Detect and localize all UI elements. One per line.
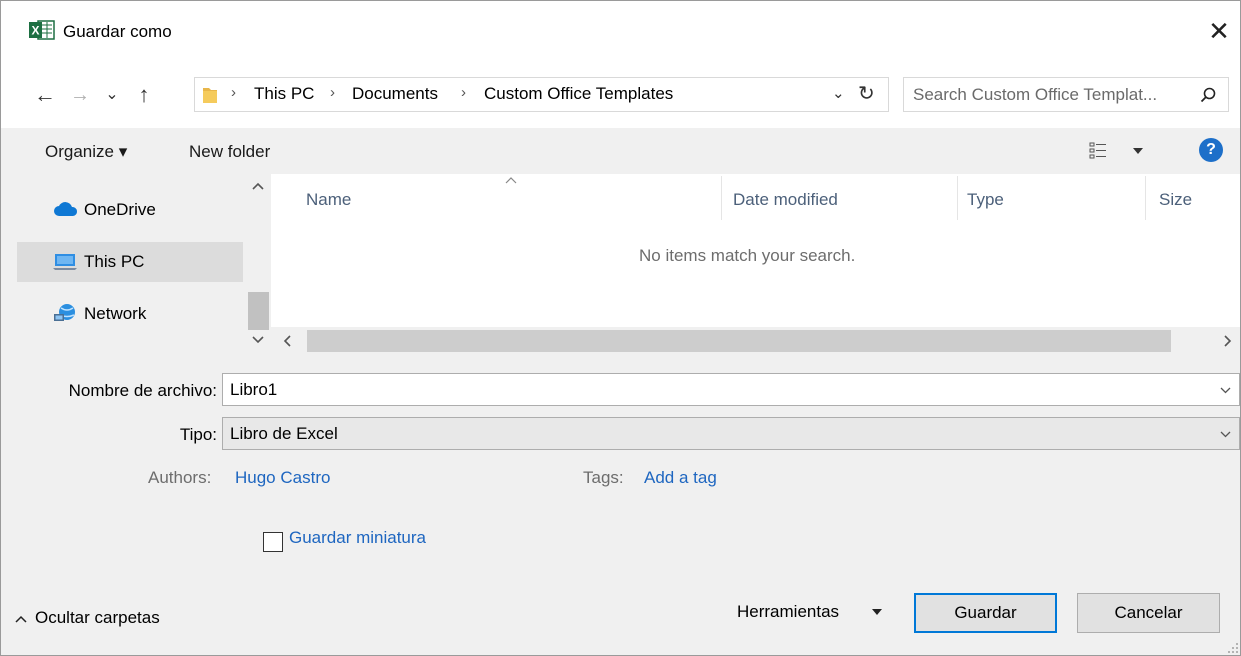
file-list[interactable]: Name Date modified Type Size No items ma… [271, 174, 1240, 355]
back-arrow-icon[interactable]: ← [31, 81, 59, 109]
details-view-icon [1089, 142, 1106, 159]
forward-arrow-icon[interactable]: → [67, 81, 93, 109]
window-title: Guardar como [63, 22, 172, 41]
empty-list-message: No items match your search. [639, 246, 856, 265]
column-header-type[interactable]: Type [967, 190, 1004, 210]
computer-icon [53, 254, 77, 270]
file-type-select[interactable]: Libro de Excel [222, 417, 1240, 450]
breadcrumb-separator: › [330, 84, 335, 101]
column-header-date-modified[interactable]: Date modified [733, 190, 838, 210]
new-folder-button[interactable]: New folder [189, 142, 270, 162]
breadcrumb-documents[interactable]: Documents [352, 84, 438, 104]
file-type-value: Libro de Excel [230, 424, 338, 443]
organize-button[interactable]: Organize ▾ [45, 142, 127, 162]
tags-label: Tags: [583, 468, 624, 487]
breadcrumb-custom-office-templates[interactable]: Custom Office Templates [484, 84, 673, 104]
sidebar-item-onedrive[interactable]: OneDrive [17, 190, 243, 230]
chevron-up-icon[interactable] [15, 615, 27, 623]
folder-icon [203, 88, 217, 103]
sidebar-item-label: OneDrive [84, 200, 156, 219]
sort-ascending-icon [505, 177, 517, 184]
save-button[interactable]: Guardar [914, 593, 1057, 633]
resize-grip-icon[interactable] [1227, 642, 1239, 654]
column-header-size[interactable]: Size [1159, 190, 1192, 210]
breadcrumb-separator: › [461, 84, 466, 101]
scroll-left-icon[interactable] [283, 335, 291, 347]
authors-label: Authors: [148, 468, 212, 487]
column-divider[interactable] [957, 176, 958, 220]
address-dropdown-chevron-icon[interactable]: ⌄ [832, 84, 845, 102]
filename-label: Nombre de archivo: [68, 381, 217, 400]
sidebar-item-network[interactable]: Network [17, 294, 243, 334]
save-thumbnail-checkbox[interactable] [263, 532, 283, 552]
hide-folders-button[interactable]: Ocultar carpetas [35, 608, 160, 628]
save-thumbnail-label[interactable]: Guardar miniatura [289, 528, 426, 548]
recent-locations-icon[interactable]: ⌄ [101, 81, 123, 109]
breadcrumb-separator: › [231, 84, 236, 101]
column-divider[interactable] [1145, 176, 1146, 220]
sidebar-item-this-pc[interactable]: This PC [17, 242, 243, 282]
scrollbar-thumb[interactable] [307, 330, 1171, 352]
filename-field[interactable]: Libro1 [222, 373, 1240, 406]
tools-menu-button[interactable]: Herramientas [737, 602, 839, 622]
sidebar-item-label: This PC [84, 252, 145, 271]
address-bar[interactable]: › This PC › Documents › Custom Office Te… [194, 77, 889, 112]
search-input[interactable] [913, 82, 1193, 108]
scrollbar-thumb[interactable] [248, 292, 269, 330]
refresh-icon[interactable]: ↻ [858, 81, 875, 106]
svg-text:X: X [31, 24, 39, 38]
change-view-button[interactable] [1089, 140, 1149, 164]
command-bar: Organize ▾ New folder ? [1, 128, 1240, 174]
authors-value[interactable]: Hugo Castro [235, 468, 330, 488]
scroll-down-icon[interactable] [252, 336, 264, 344]
add-tag-link[interactable]: Add a tag [644, 468, 717, 488]
chevron-down-icon[interactable] [1220, 431, 1231, 438]
cloud-icon [54, 202, 78, 216]
sidebar-item-label: Network [84, 304, 147, 323]
up-arrow-icon[interactable]: ↑ [131, 81, 157, 109]
navigation-pane: OneDrive This PC Network [1, 174, 271, 355]
breadcrumb-this-pc[interactable]: This PC [254, 84, 314, 104]
chevron-down-icon[interactable] [1220, 387, 1231, 394]
excel-icon: X [29, 20, 55, 40]
search-box[interactable] [903, 77, 1229, 112]
column-header-name[interactable]: Name [306, 190, 351, 210]
navigation-vertical-scrollbar[interactable] [246, 174, 271, 355]
chevron-down-icon [1133, 148, 1143, 154]
network-icon [54, 304, 75, 321]
scroll-up-icon[interactable] [252, 182, 264, 190]
scroll-right-icon[interactable] [1224, 335, 1232, 347]
type-label: Tipo: [179, 425, 217, 444]
column-divider[interactable] [721, 176, 722, 220]
filename-input[interactable]: Libro1 [230, 380, 277, 400]
search-icon[interactable] [1200, 87, 1216, 103]
file-list-horizontal-scrollbar[interactable] [271, 327, 1240, 355]
close-icon[interactable]: ✕ [1204, 17, 1234, 47]
chevron-down-icon[interactable] [872, 609, 882, 616]
cancel-button[interactable]: Cancelar [1077, 593, 1220, 633]
save-as-dialog: X Guardar como ✕ ← → ⌄ ↑ › This PC › Doc… [0, 0, 1241, 656]
help-icon[interactable]: ? [1199, 138, 1223, 162]
